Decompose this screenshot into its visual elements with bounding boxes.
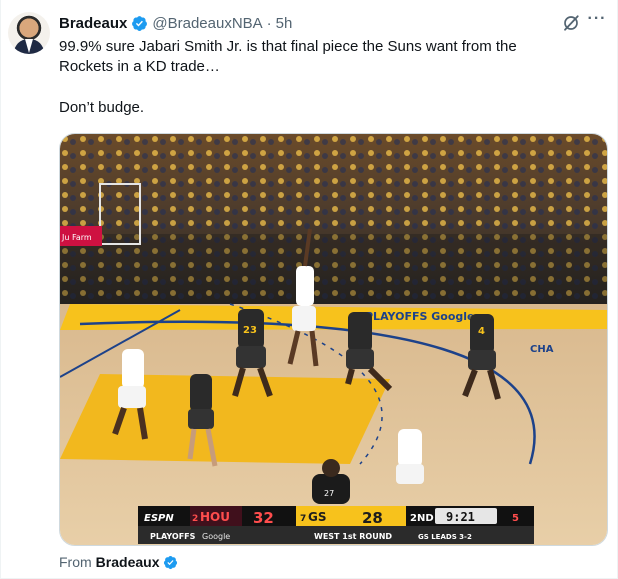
attribution-prefix: From xyxy=(59,554,92,570)
scorebug-away-seed: 2 xyxy=(192,514,198,524)
tweet-text-line-3: Don’t budge. xyxy=(59,99,145,116)
author-handle[interactable]: @BradeauxNBA xyxy=(152,15,262,32)
grok-icon[interactable] xyxy=(562,14,580,32)
tweet-timestamp[interactable]: 5h xyxy=(276,15,293,32)
scorebug-away-score: 32 xyxy=(253,509,274,527)
scorebug-away-team: HOU xyxy=(200,510,230,524)
scorebug-home-score: 28 xyxy=(362,509,383,527)
scorebug-quarter: 2ND xyxy=(410,513,434,524)
tweet-media-image[interactable]: PLAYOFFS Google CHA Ju Farm 23 4 27 ESPN… xyxy=(59,133,608,546)
scorebug-round: WEST 1st ROUND xyxy=(314,532,392,541)
attribution-name[interactable]: Bradeaux xyxy=(96,554,160,570)
jersey-4-text: 4 xyxy=(478,326,485,337)
scorebug-clock: 9:21 xyxy=(446,510,475,524)
attribution: From Bradeaux xyxy=(59,554,178,570)
court-text-playoffs-google: PLAYOFFS Google xyxy=(365,310,474,323)
scorebug-series: GS LEADS 3-2 xyxy=(418,533,472,541)
tweet-text-line-2: Rockets in a KD trade… xyxy=(59,58,220,75)
scorebug-home-team: GS xyxy=(308,510,327,524)
scorebug: ESPN 2 HOU 32 7 GS 28 2ND 9:21 5 PLAYOFF… xyxy=(138,506,534,544)
sideline-sign-text: Ju Farm xyxy=(61,233,92,242)
scorebug-network: ESPN xyxy=(144,513,174,524)
court-paint xyxy=(60,374,390,464)
court-text-cha: CHA xyxy=(530,344,554,355)
header-separator: · xyxy=(266,14,272,32)
tweet-card[interactable]: Bradeaux @BradeauxNBA · 5h ··· 99.9% sur… xyxy=(0,0,618,579)
scorebug-shot-clock: 5 xyxy=(512,513,519,524)
player-rockets-right xyxy=(396,429,424,484)
scorebug-sponsor: Google xyxy=(202,532,230,541)
scorebug-home-seed: 7 xyxy=(300,514,306,524)
more-options-icon[interactable]: ··· xyxy=(587,11,607,32)
verified-badge-icon xyxy=(132,15,148,31)
scorebug-playoffs: PLAYOFFS xyxy=(150,532,196,541)
author-name[interactable]: Bradeaux xyxy=(59,15,127,32)
basketball-game-image: PLAYOFFS Google CHA Ju Farm 23 4 27 ESPN… xyxy=(60,134,607,545)
author-avatar[interactable] xyxy=(8,12,50,54)
tweet-text-line-1: 99.9% sure Jabari Smith Jr. is that fina… xyxy=(59,38,517,55)
tweet-header: Bradeaux @BradeauxNBA · 5h xyxy=(59,13,292,33)
attribution-verified-icon xyxy=(164,555,178,569)
jersey-23-text: 23 xyxy=(243,325,257,336)
jersey-27-text: 27 xyxy=(324,489,334,498)
